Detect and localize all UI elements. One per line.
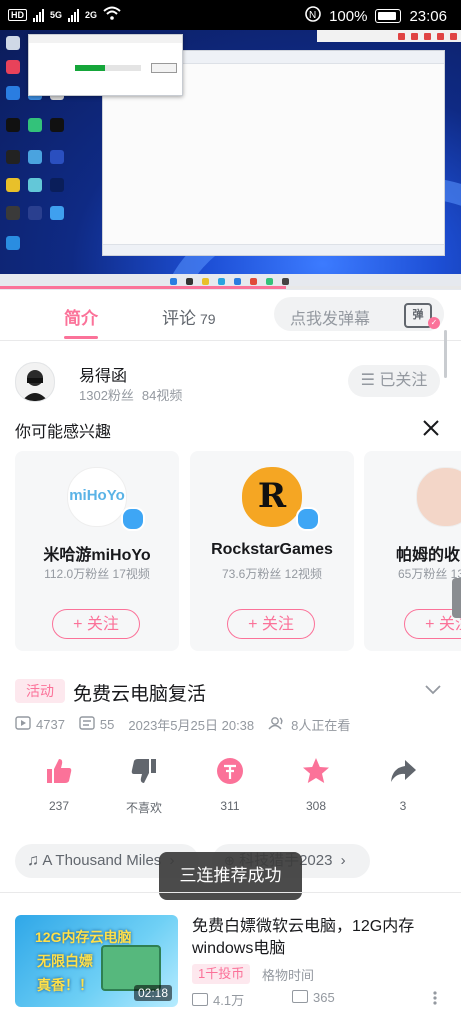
divider: [0, 892, 461, 893]
music-note-icon: ♫: [27, 852, 39, 869]
watching-count: 8人正在看: [291, 717, 351, 733]
tab-intro[interactable]: 简介: [64, 304, 98, 329]
chevron-right-icon: ›: [340, 852, 346, 869]
danmaku-count-icon: [79, 715, 95, 733]
uploader-fans: 1302粉丝: [79, 388, 134, 403]
tab-comments[interactable]: 评论 79: [162, 304, 216, 329]
verified-badge-icon: [121, 507, 145, 531]
clock: 23:06: [409, 7, 447, 25]
followed-button[interactable]: ☰ 已关注: [348, 365, 440, 397]
wifi-icon: [103, 6, 121, 24]
thumb-text: 真香！！: [37, 977, 93, 993]
danmaku-count-icon: [292, 990, 308, 1003]
hd-badge: HD: [8, 9, 27, 21]
follow-button[interactable]: + 关注: [227, 609, 315, 639]
tab-comments-label: 评论: [162, 309, 196, 328]
recommend-title: 你可能感兴趣: [15, 424, 112, 441]
recommend-card[interactable]: miHoYo 米哈游miHoYo 112.0万粉丝 17视频 + 关注: [15, 451, 179, 651]
video-meta: 4737 55 2023年5月25日 20:38 8人正在看: [15, 715, 350, 733]
like-count: 237: [48, 799, 70, 813]
channel-logo: R: [242, 467, 302, 527]
channel-logo: miHoYo: [67, 467, 127, 527]
related-views: 4.1万: [192, 990, 244, 1009]
copy-progress: [75, 65, 141, 71]
danmaku-placeholder: 点我发弹幕: [290, 311, 371, 328]
music-tag-label: A Thousand Miles: [42, 852, 162, 869]
scrollbar[interactable]: [444, 330, 447, 378]
signal-icon: [33, 8, 44, 22]
remote-toolbar: [317, 30, 461, 42]
view-count: 4737: [36, 716, 65, 732]
uploader-videos: 84视频: [141, 388, 183, 403]
favorite-button[interactable]: 308: [286, 756, 346, 813]
channel-stats: 73.6万粉丝 12视频: [221, 567, 323, 581]
share-icon: [391, 760, 416, 782]
thumbs-up-icon: [47, 759, 72, 783]
detail-tabs: 简介 评论 79 点我发弹幕 弹 ✓: [0, 290, 461, 341]
related-video-thumbnail[interactable]: 12G内存云电脑 无限白嫖 真香！！ 02:18: [15, 915, 178, 1007]
avatar[interactable]: [15, 362, 55, 402]
verified-badge-icon: [296, 507, 320, 531]
signal-icon: [68, 8, 80, 22]
follow-button[interactable]: + 关注: [52, 609, 140, 639]
related-comments: 365: [292, 990, 335, 1005]
tab-indicator: [64, 336, 98, 339]
copy-dialog: [28, 34, 183, 96]
play-count-icon: [192, 993, 208, 1006]
check-icon: ✓: [428, 317, 440, 329]
share-button[interactable]: 3: [373, 756, 433, 813]
recommend-card[interactable]: R RockstarGames 73.6万粉丝 12视频 + 关注: [190, 451, 354, 651]
side-handle[interactable]: [452, 578, 461, 618]
viewers-icon: [268, 716, 286, 733]
dialog-button: [151, 63, 177, 73]
more-options-icon[interactable]: [430, 990, 440, 1006]
danmaku-count: 55: [99, 716, 115, 732]
coin-icon: [217, 758, 243, 784]
channel-logo: [416, 467, 461, 527]
video-player[interactable]: [0, 30, 461, 290]
favorite-count: 308: [305, 799, 327, 813]
video-title: 免费云电脑复活: [73, 684, 207, 705]
video-duration: 02:18: [133, 985, 172, 1001]
uploader-stats: 1302粉丝 84视频: [79, 385, 182, 404]
danmaku-toggle-button[interactable]: 弹 ✓: [392, 297, 444, 331]
playback-progress[interactable]: [0, 286, 461, 289]
dislike-label: 不喜欢: [125, 801, 162, 815]
thumb-text: 无限白嫖: [37, 953, 93, 969]
publish-date: 2023年5月25日 20:38: [128, 717, 255, 733]
battery-icon: [375, 9, 402, 23]
danmaku-input[interactable]: 点我发弹幕 弹 ✓: [274, 297, 444, 331]
play-count-icon: [15, 715, 31, 733]
share-count: 3: [399, 799, 407, 813]
battery-percent: 100%: [329, 7, 368, 25]
nfc-icon: N: [305, 6, 321, 26]
channel-name: 米哈游miHoYo: [43, 547, 151, 564]
comment-count: 79: [200, 311, 216, 327]
chevron-down-icon[interactable]: [424, 680, 442, 698]
status-bar: HD 5G 2G N 100% 23:06: [0, 0, 461, 30]
channel-name: RockstarGames: [211, 541, 333, 558]
thumbs-down-icon: [131, 759, 156, 783]
uploader-name[interactable]: 易得函: [79, 362, 127, 386]
svg-text:N: N: [309, 10, 316, 21]
recommend-card[interactable]: 帕姆的收 65万粉丝 13视频 + 关注: [364, 451, 461, 651]
like-button[interactable]: 237: [29, 756, 89, 813]
thumb-text: 12G内存云电脑: [35, 929, 132, 945]
related-author[interactable]: 格物时间: [262, 965, 314, 984]
dislike-button[interactable]: 不喜欢: [114, 756, 174, 816]
network-label: 2G: [85, 10, 98, 20]
coin-count: 311: [220, 799, 240, 813]
coin-badge: 1千投币: [192, 964, 251, 984]
channel-name: 帕姆的收: [396, 547, 461, 564]
activity-tag[interactable]: 活动: [15, 679, 65, 703]
channel-stats: 112.0万粉丝 17视频: [44, 567, 150, 581]
related-video-title[interactable]: 免费白嫖微软云电脑，12G内存windows电脑: [192, 916, 447, 960]
coin-button[interactable]: 311: [200, 756, 260, 813]
star-icon: [303, 758, 329, 783]
network-label: 5G: [50, 10, 63, 20]
close-icon[interactable]: [421, 418, 441, 438]
